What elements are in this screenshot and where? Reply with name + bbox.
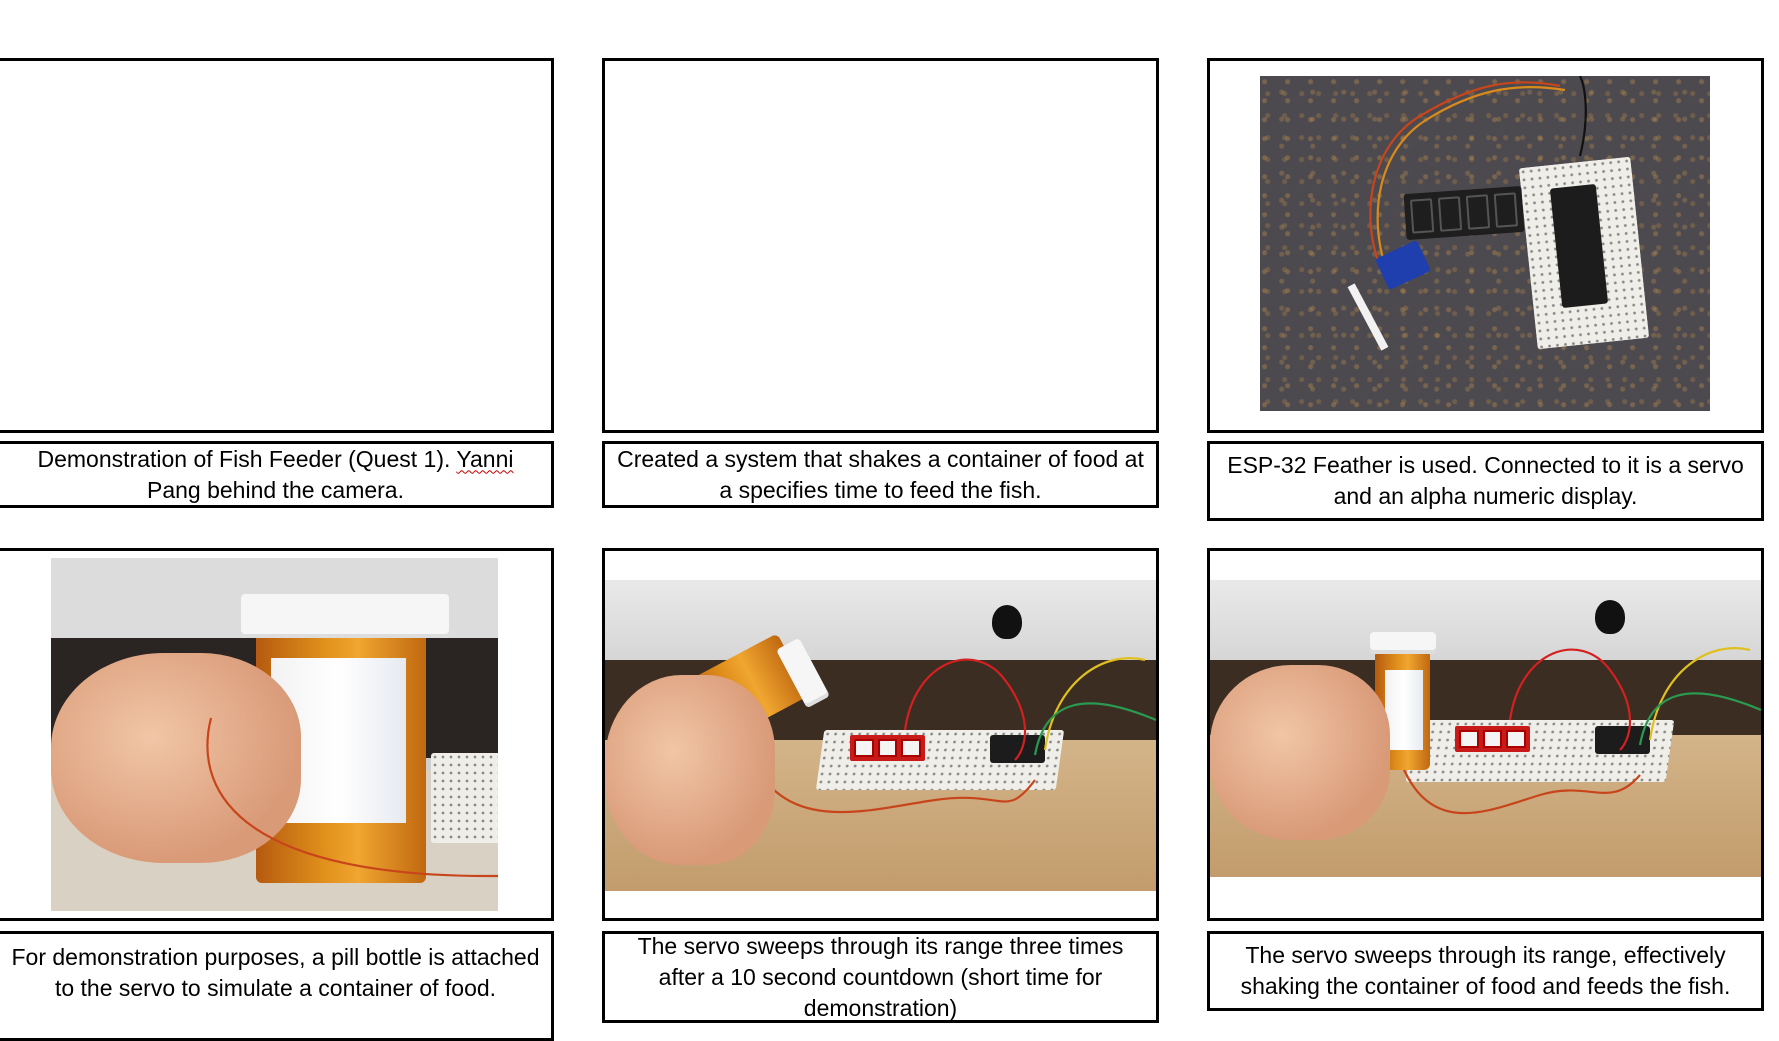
servo-demo-photo-2 (1210, 580, 1761, 877)
panel-2-frame (602, 58, 1159, 433)
spellcheck-word: Yanni (456, 445, 514, 472)
panel-1-caption-text: Demonstration of Fish Feeder (Quest 1). … (37, 445, 514, 503)
bottle-cap (1370, 632, 1436, 654)
panel-3-caption-text: ESP-32 Feather is used. Connected to it … (1227, 452, 1744, 509)
panel-2-caption: Created a system that shakes a container… (602, 441, 1159, 508)
panel-4-frame (0, 548, 554, 921)
bottle-label (1385, 670, 1423, 750)
servo-demo-photo-1 (605, 580, 1156, 891)
panel-4-caption: For demonstration purposes, a pill bottl… (0, 931, 554, 1041)
panel-3-frame (1207, 58, 1764, 433)
hand (605, 675, 775, 865)
panel-5-caption: The servo sweeps through its range three… (602, 931, 1159, 1023)
panel-1-caption: Demonstration of Fish Feeder (Quest 1). … (0, 441, 554, 508)
panel-4-caption-text: For demonstration purposes, a pill bottl… (11, 944, 540, 1001)
hand (1210, 665, 1390, 840)
panel-1-frame (0, 58, 554, 433)
panel-6-frame (1207, 548, 1764, 921)
panel-5-frame (602, 548, 1159, 921)
panel-3-caption: ESP-32 Feather is used. Connected to it … (1207, 441, 1764, 521)
panel-2-caption-text: Created a system that shakes a container… (617, 445, 1144, 503)
servo-wires (1369, 76, 1587, 269)
alphanumeric-display (1403, 185, 1525, 241)
hardware-photo (1260, 76, 1710, 411)
panel-6-caption: The servo sweeps through its range, effe… (1207, 931, 1764, 1011)
panel-6-caption-text: The servo sweeps through its range, effe… (1240, 942, 1731, 999)
pill-bottle-photo (51, 558, 498, 911)
panel-5-caption-text: The servo sweeps through its range three… (637, 932, 1124, 1021)
